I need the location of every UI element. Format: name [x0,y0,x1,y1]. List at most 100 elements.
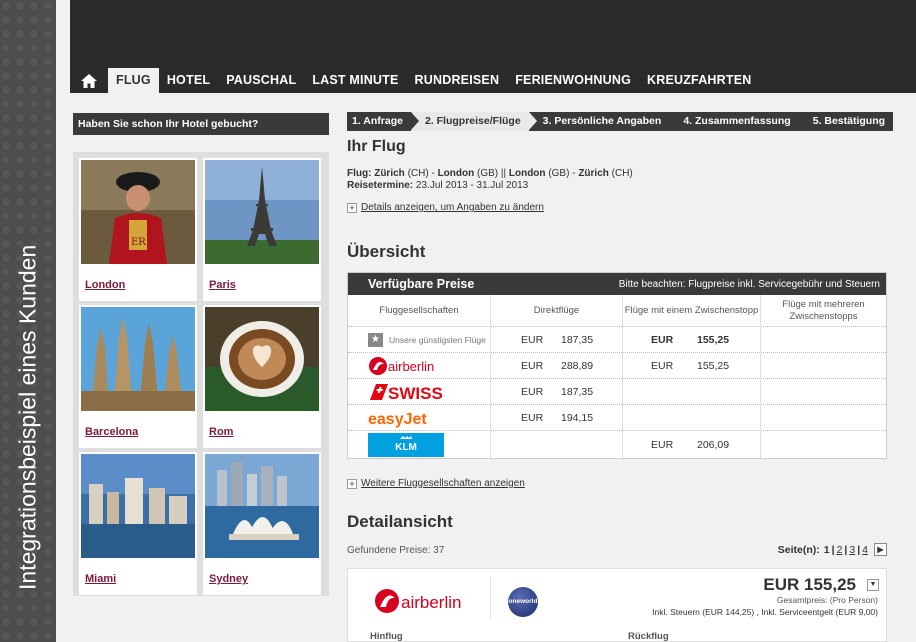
step-3: 3. Persönliche Angaben [528,112,677,131]
nav-item-flug[interactable]: Flug [108,68,159,93]
svg-text:KLM: KLM [395,442,417,453]
city-card-rom[interactable]: Rom [203,305,321,448]
side-banner: Integrationsbeispiel eines Kunden [0,0,56,642]
svg-text:airberlin: airberlin [388,359,434,374]
currency: EUR [651,359,674,372]
price-cell[interactable]: EUR 194,15 [491,405,623,430]
route-label: Flug: [347,168,372,179]
details-toggle[interactable]: + Details anzeigen, um Angaben zu ändern [347,202,544,213]
col-one-stop: Flüge mit einem Zwischenstopp [623,295,761,326]
price-value[interactable]: 288,89 [561,360,593,372]
airberlin-icon: airberlin [375,589,461,613]
easyjet-icon: easyJet [368,411,427,428]
city-link-rom[interactable]: Rom [209,426,319,438]
route-code-2: (GB) [477,168,499,179]
page-4[interactable]: 4 [862,544,868,556]
price-cell[interactable]: EUR 155,25 [623,353,761,378]
svg-text:easyJet: easyJet [368,411,427,428]
price-value[interactable]: 187,35 [561,334,593,346]
table-row: KLM EUR 206,09 [348,431,886,458]
page-1[interactable]: 1 [824,544,830,556]
more-airlines-toggle[interactable]: + Weitere Fluggesellschaften anzeigen [347,478,525,489]
sydney-image[interactable] [205,454,319,558]
klm-logo[interactable]: KLM [348,431,491,458]
city-card-london[interactable]: ER London [79,158,197,301]
price-value[interactable]: 155,25 [697,334,729,346]
step-5: 5. Bestätigung [798,112,894,131]
result-price: EUR 155,25 [763,575,856,594]
city-panel: ER London Paris Barcelona Rom Miami Sydn… [73,152,329,596]
miami-image[interactable] [81,454,195,558]
city-card-paris[interactable]: Paris [203,158,321,301]
city-card-sydney[interactable]: Sydney [203,452,321,595]
swiss-logo[interactable]: SWISS [348,379,491,404]
price-table-header: Fluggesellschaften Direktflüge Flüge mit… [348,295,886,327]
paris-image[interactable] [205,160,319,264]
total-price-label: Gesamtpreis: (Pro Person) [776,595,878,605]
price-cell[interactable]: EUR 187,35 [491,327,623,352]
page-3[interactable]: 3 [849,544,855,556]
nav-item-rundreisen[interactable]: Rundreisen [407,68,508,93]
page-2[interactable]: 2 [837,544,843,556]
currency: EUR [521,385,544,398]
booking-steps: 1. Anfrage 2. Flugpreise/Flüge 3. Persön… [347,112,894,131]
price-cell-empty [623,405,761,430]
price-cell[interactable]: EUR 155,25 [623,327,761,352]
price-value[interactable]: 155,25 [697,360,729,372]
detail-heading: Detailansicht [347,512,453,531]
price-cell-empty [623,379,761,404]
route-city-1: Zürich [374,168,405,179]
city-link-paris[interactable]: Paris [209,279,319,291]
col-direct: Direktflüge [491,295,623,326]
price-cell[interactable]: EUR 187,35 [491,379,623,404]
nav-item-ferienwohnung[interactable]: Ferienwohnung [507,68,639,93]
home-icon[interactable] [70,68,108,93]
step-1[interactable]: 1. Anfrage [347,112,419,131]
city-link-miami[interactable]: Miami [85,573,195,585]
details-link[interactable]: Details anzeigen, um Angaben zu ändern [361,202,544,213]
price-value[interactable]: 187,35 [561,386,593,398]
city-link-london[interactable]: London [85,279,195,291]
price-value[interactable]: 206,09 [697,439,729,451]
cheapest-cell: ★ Unsere günstigsten Flüge [348,327,491,352]
route-code-1: (CH) [407,168,429,179]
more-airlines-link[interactable]: Weitere Fluggesellschaften anzeigen [361,478,525,489]
price-cell-empty [761,353,886,378]
outbound-label: Hinflug [370,631,403,642]
city-card-miami[interactable]: Miami [79,452,197,595]
plus-icon[interactable]: + [347,202,357,213]
city-link-sydney[interactable]: Sydney [209,573,319,585]
hotel-prompt-bar[interactable]: Haben Sie schon Ihr Hotel gebucht? [73,113,329,135]
currency: EUR [651,333,674,346]
svg-text:SWISS: SWISS [388,384,443,402]
price-cell[interactable]: EUR 206,09 [623,431,761,458]
city-card-barcelona[interactable]: Barcelona [79,305,197,448]
flight-heading: Ihr Flug [347,138,406,155]
nav-item-hotel[interactable]: Hotel [159,68,218,93]
price-cell[interactable]: EUR 288,89 [491,353,623,378]
airberlin-icon: airberlin [369,356,434,375]
plus-icon[interactable]: + [347,478,357,489]
london-image[interactable]: ER [81,160,195,264]
step-2-active: 2. Flugpreise/Flüge [410,112,537,131]
city-link-barcelona[interactable]: Barcelona [85,426,195,438]
found-prices: Gefundene Preise: 37 [347,545,444,556]
next-page-icon[interactable]: ▶ [874,543,887,556]
dates-label: Reisetermine: [347,180,414,191]
nav-item-pauschal[interactable]: Pauschal [218,68,304,93]
price-cell-empty [761,431,886,458]
airberlin-logo[interactable]: airberlin [348,353,491,378]
easyjet-logo[interactable]: easyJet [348,405,491,430]
overview-heading: Übersicht [347,242,426,261]
side-banner-text: Integrationsbeispiel eines Kunden [14,244,41,590]
route-code-4: (CH) [611,168,633,179]
col-multi-stop: Flüge mit mehreren Zwischenstopps [782,298,865,322]
rom-image[interactable] [205,307,319,411]
nav-item-last-minute[interactable]: Last Minute [304,68,406,93]
table-row: ★ Unsere günstigsten Flüge EUR 187,35 EUR… [348,327,886,353]
chevron-down-icon[interactable]: ▼ [867,579,879,591]
nav-item-kreuzfahrten[interactable]: Kreuzfahrten [639,68,759,93]
price-value[interactable]: 194,15 [561,412,593,424]
barcelona-image[interactable] [81,307,195,411]
table-row: SWISS EUR 187,35 [348,379,886,405]
